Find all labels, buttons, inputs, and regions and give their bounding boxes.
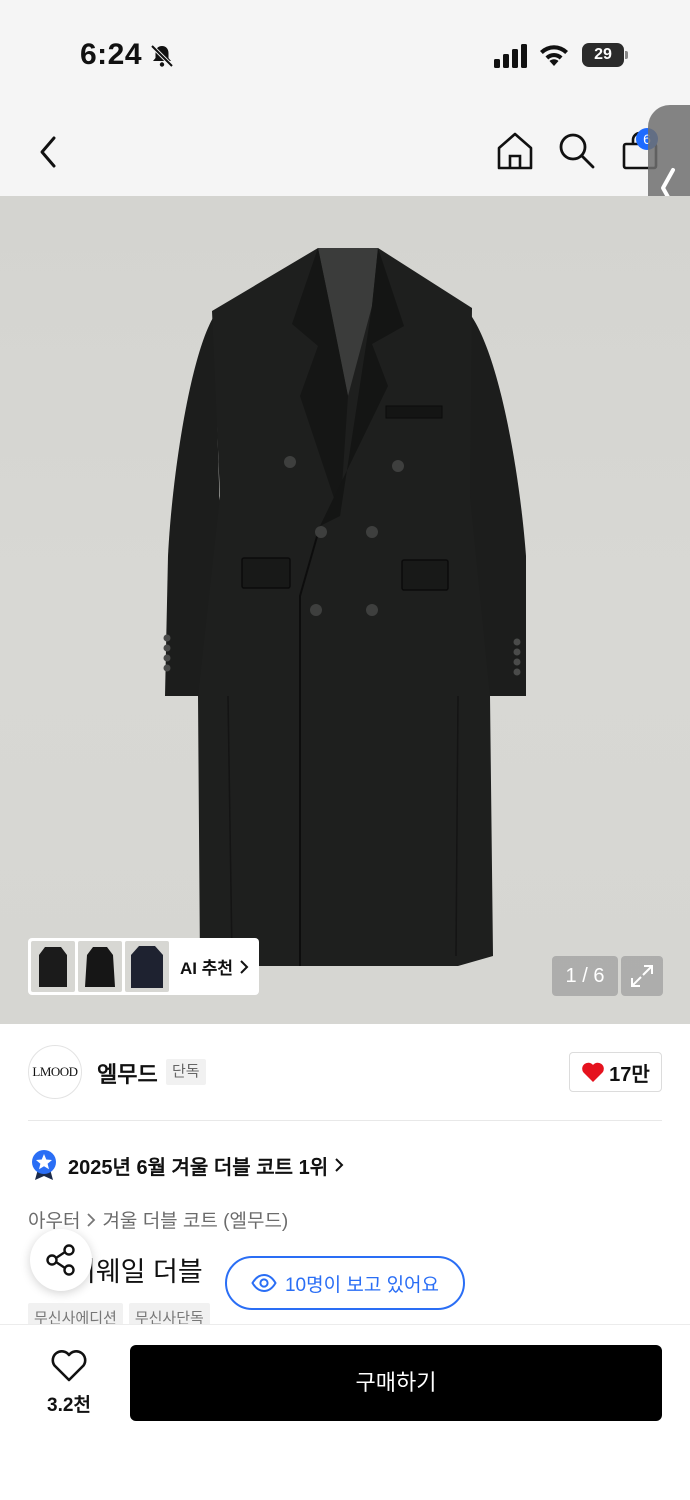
status-bar: 6:24 29 — [0, 0, 690, 110]
thumbnail-coat-3[interactable] — [125, 941, 169, 992]
back-chevron-icon[interactable] — [32, 132, 66, 172]
cellular-signal-icon — [494, 44, 527, 68]
chevron-right-icon — [87, 1212, 96, 1227]
exclusive-badge: 단독 — [166, 1059, 206, 1085]
expand-image-button[interactable] — [621, 956, 663, 996]
eye-icon — [251, 1274, 277, 1292]
wifi-icon — [540, 45, 568, 66]
brand-like-button[interactable]: 17만 — [569, 1052, 662, 1092]
status-time: 6:24 — [80, 38, 143, 71]
share-button[interactable] — [30, 1229, 92, 1291]
coat-product-image — [163, 248, 526, 966]
bell-muted-icon — [150, 44, 174, 68]
battery-level: 29 — [582, 43, 624, 67]
ranking-text: 2025년 6월 겨울 더블 코트 1위 — [68, 1156, 329, 1179]
home-icon[interactable] — [495, 130, 535, 172]
battery-indicator: 29 — [582, 43, 628, 67]
nav-header — [0, 110, 690, 196]
product-tags: 무신사에디션 무신사단독 — [28, 1303, 216, 1325]
tag-musinsa-exclusive: 무신사단독 — [128, 1303, 210, 1325]
brand-logo[interactable]: LMOOD — [28, 1045, 82, 1099]
heart-filled-icon — [582, 1062, 604, 1082]
product-image-gallery[interactable]: AI 추천 1 / 6 — [0, 196, 690, 1024]
gallery-page-counter: 1 / 6 — [552, 956, 618, 996]
thumbnail-coat-1[interactable] — [31, 941, 75, 992]
share-icon — [46, 1244, 75, 1276]
battery-cap — [625, 51, 628, 59]
wish-count: 3.2천 — [47, 1395, 91, 1416]
viewers-count-pill: 10명이 보고 있어요 — [225, 1256, 465, 1310]
brand-like-count: 17만 — [609, 1063, 650, 1086]
ranking-medal-icon — [32, 1150, 56, 1180]
buy-button[interactable]: 구매하기 — [130, 1345, 662, 1421]
brand-name[interactable]: 엘무드 — [97, 1057, 158, 1089]
ai-recommend-label: AI 추천 — [180, 959, 234, 978]
chevron-right-icon — [335, 1158, 344, 1172]
heart-outline-icon[interactable] — [50, 1349, 88, 1383]
divider — [28, 1120, 662, 1121]
ai-recommend-widget[interactable]: AI 추천 — [28, 938, 259, 995]
viewers-count-text: 10명이 보고 있어요 — [284, 1274, 440, 1296]
chevron-right-icon — [240, 959, 249, 974]
tag-musinsa-edition: 무신사에디션 — [28, 1303, 123, 1325]
ranking-link[interactable]: 2025년 6월 겨울 더블 코트 1위 — [30, 1149, 344, 1181]
breadcrumb-item-category[interactable]: 겨울 더블 코트 (엘무드) — [102, 1206, 288, 1233]
expand-icon — [631, 965, 653, 987]
search-icon[interactable] — [556, 130, 596, 170]
thumbnail-coat-2[interactable] — [78, 941, 122, 992]
